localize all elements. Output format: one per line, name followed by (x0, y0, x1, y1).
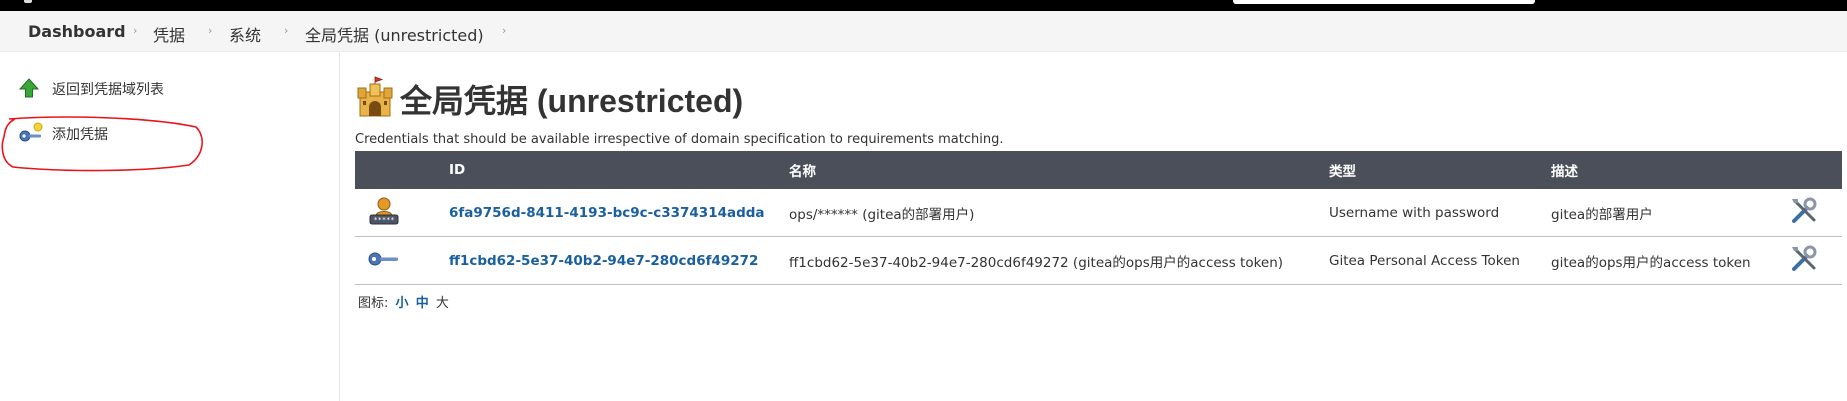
credential-desc-cell: gitea的ops用户的access token (1551, 236, 1789, 285)
green-up-arrow-icon (18, 77, 44, 101)
credential-id-link[interactable]: 6fa9756d-8411-4193-bc9c-c3374314adda (449, 205, 765, 221)
credential-name-cell: ff1cbd62-5e37-40b2-94e7-280cd6f49272 (gi… (789, 236, 1329, 285)
top-header-bar (0, 0, 1847, 11)
credential-id-link[interactable]: ff1cbd62-5e37-40b2-94e7-280cd6f49272 (449, 253, 758, 269)
header-type[interactable]: 类型 (1329, 151, 1551, 189)
chevron-right-icon[interactable]: › (502, 24, 506, 37)
credential-desc-cell: gitea的部署用户 (1551, 189, 1789, 237)
table-row: ***** 6fa9756d-8411-4193-bc9c-c3374314ad… (355, 189, 1842, 237)
svg-text:*****: ***** (373, 216, 394, 224)
credential-name-cell: ops/****** (gitea的部署用户) (789, 189, 1329, 237)
red-annotation-circle (1, 116, 203, 172)
sidebar-divider (339, 52, 340, 401)
chevron-right-icon[interactable]: › (284, 24, 288, 37)
chevron-right-icon[interactable]: › (208, 24, 212, 37)
header-desc[interactable]: 描述 (1551, 151, 1789, 189)
credential-type-cell: Gitea Personal Access Token (1329, 236, 1551, 285)
header-actions (1789, 151, 1842, 189)
jenkins-logo-icon[interactable] (24, 0, 32, 3)
credential-id-cell: 6fa9756d-8411-4193-bc9c-c3374314adda (449, 189, 789, 237)
icon-size-medium[interactable]: 中 (416, 296, 429, 311)
breadcrumb-global-credentials[interactable]: 全局凭据 (unrestricted) (305, 22, 484, 46)
icon-size-label: 图标: (358, 296, 389, 311)
credentials-table: ID 名称 类型 描述 ***** 6fa9756d-8411-4193-bc9… (355, 151, 1842, 285)
table-header-row: ID 名称 类型 描述 (355, 151, 1842, 189)
header-icon (355, 151, 449, 189)
breadcrumb-system[interactable]: 系统 (229, 22, 261, 46)
breadcrumb-credentials[interactable]: 凭据 (153, 22, 185, 46)
page-description: Credentials that should be available irr… (355, 132, 1004, 147)
chevron-right-icon[interactable]: › (133, 24, 137, 37)
sidebar-item-back-to-domains[interactable]: 返回到凭据域列表 (18, 76, 164, 102)
breadcrumb: Dashboard › 凭据 › 系统 › 全局凭据 (unrestricted… (0, 11, 1847, 52)
table-row: ff1cbd62-5e37-40b2-94e7-280cd6f49272 ff1… (355, 236, 1842, 285)
castle-icon (356, 76, 394, 122)
user-password-icon: ***** (355, 189, 449, 237)
breadcrumb-dashboard[interactable]: Dashboard (28, 22, 126, 41)
sidebar-item-label: 返回到凭据域列表 (52, 82, 164, 98)
icon-size-small[interactable]: 小 (396, 296, 409, 311)
configure-tools-icon[interactable] (1789, 189, 1842, 237)
key-icon (355, 236, 449, 285)
icon-size-large: 大 (435, 296, 449, 311)
credential-id-cell: ff1cbd62-5e37-40b2-94e7-280cd6f49272 (449, 236, 789, 285)
page-title-text: 全局凭据 (unrestricted) (400, 83, 744, 119)
icon-size-selector: 图标: 小 中 大 (358, 292, 449, 311)
configure-tools-icon[interactable] (1789, 236, 1842, 285)
search-input[interactable] (1233, 0, 1535, 4)
header-id[interactable]: ID (449, 151, 789, 189)
page-title: 全局凭据 (unrestricted) (356, 76, 743, 122)
header-name[interactable]: 名称 (789, 151, 1329, 189)
credential-type-cell: Username with password (1329, 189, 1551, 237)
